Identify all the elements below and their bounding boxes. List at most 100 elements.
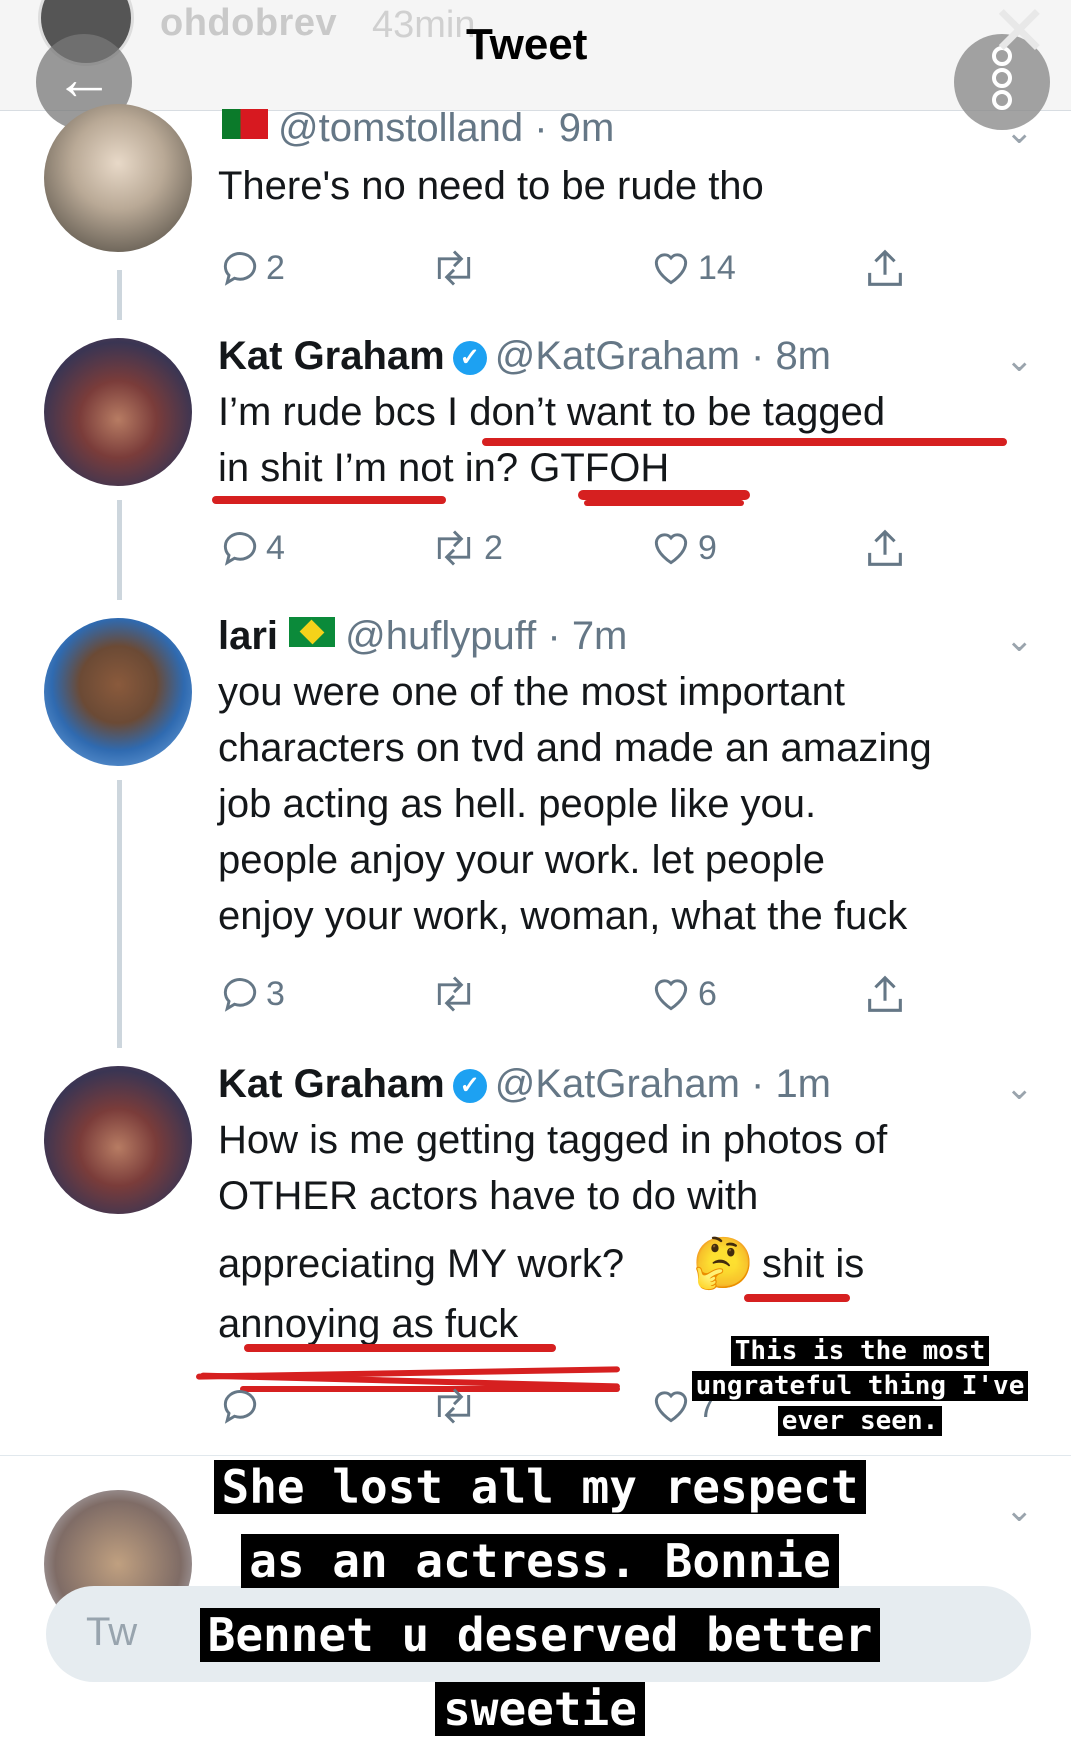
page-title: Tweet xyxy=(466,20,588,69)
caption-line: sweetie xyxy=(435,1682,645,1736)
tweet-actions: 4 2 9 xyxy=(218,526,918,576)
brazil-flag-icon xyxy=(289,617,336,647)
retweet-icon xyxy=(437,530,471,566)
tweet-time: 8m xyxy=(775,334,832,378)
tweet-handle[interactable]: @KatGraham xyxy=(495,1062,740,1106)
tweet-text-line: job acting as hell. people like you. xyxy=(218,782,817,826)
tweet-text-line: enjoy your work, woman, what the fuck xyxy=(218,894,908,938)
red-marker-scribble xyxy=(244,1344,556,1352)
tweet-author[interactable]: Kat Graham xyxy=(218,334,445,378)
close-icon[interactable]: ✕ xyxy=(990,0,1049,72)
avatar[interactable] xyxy=(44,1066,192,1214)
tweet-text-line: in shit I’m not in? GTFOH xyxy=(218,446,670,490)
reply-icon xyxy=(223,1390,257,1424)
red-marker-underline xyxy=(482,438,1007,446)
share-icon xyxy=(868,249,902,286)
red-marker-underline xyxy=(584,500,744,506)
retweet-icon xyxy=(437,250,471,286)
reply-button[interactable]: 2 xyxy=(218,246,285,296)
retweet-icon xyxy=(437,1388,471,1424)
tweet-author[interactable]: Kat Graham xyxy=(218,1062,445,1106)
like-count: 6 xyxy=(698,974,717,1013)
reply-icon xyxy=(223,252,257,286)
retweet-count: 2 xyxy=(484,528,503,567)
like-count: 9 xyxy=(698,528,717,567)
tweet-text-line: I’m rude bcs I don’t want to be tagged xyxy=(218,390,886,434)
red-marker-underline xyxy=(212,496,446,504)
caption-line: She lost all my respect xyxy=(213,1460,867,1514)
tweet-text-line: you were one of the most important xyxy=(218,670,845,714)
reply-button[interactable]: 4 xyxy=(218,526,285,576)
story-username: ohdobrev xyxy=(160,2,338,44)
share-button[interactable] xyxy=(862,246,908,296)
portugal-flag-icon xyxy=(222,109,268,139)
tweet-text-line: people anjoy your work. let people xyxy=(218,838,826,882)
thread-line xyxy=(117,780,122,1048)
tweet-author[interactable]: lari xyxy=(218,614,278,658)
tweet-actions: 3 6 xyxy=(218,972,918,1022)
tweet-text-line: characters on tvd and made an amazing xyxy=(218,726,932,770)
tweet-text-line: shit is xyxy=(762,1242,865,1286)
tweet-meta: @tomstolland · 9m xyxy=(222,106,614,151)
like-count: 14 xyxy=(698,248,736,287)
tweet-actions: 2 14 xyxy=(218,246,918,296)
like-button[interactable]: 9 xyxy=(648,526,717,576)
tweet-meta: Kat Graham ✓ @KatGraham · 8m xyxy=(218,334,832,378)
tweet-time: 9m xyxy=(558,106,615,150)
chevron-down-icon[interactable]: ⌄ xyxy=(1005,112,1034,152)
tweet-text: There's no need to be rude tho xyxy=(218,164,764,208)
reply-button[interactable]: 3 xyxy=(218,972,285,1022)
thinking-face-emoji: 🤔 xyxy=(692,1235,755,1291)
chevron-down-icon[interactable]: ⌄ xyxy=(1005,340,1034,380)
retweet-button[interactable] xyxy=(428,972,480,1022)
reply-icon xyxy=(223,978,257,1012)
thread-line xyxy=(117,270,122,320)
retweet-button[interactable]: 2 xyxy=(428,526,503,576)
like-button[interactable]: 6 xyxy=(648,972,717,1022)
reply-button[interactable] xyxy=(218,1384,262,1434)
tweet-text-line: OTHER actors have to do with xyxy=(218,1174,759,1218)
retweet-icon xyxy=(437,976,471,1012)
reply-icon xyxy=(223,532,257,566)
avatar[interactable] xyxy=(44,104,192,252)
tweet-handle[interactable]: @tomstolland xyxy=(278,106,523,150)
tweet-meta: lari @huflypuff · 7m xyxy=(218,614,628,658)
retweet-button[interactable] xyxy=(428,1384,480,1434)
verified-badge-icon: ✓ xyxy=(452,1069,487,1103)
heart-icon xyxy=(654,253,688,285)
heart-icon xyxy=(654,979,688,1011)
red-marker-underline xyxy=(744,1294,850,1302)
chevron-down-icon[interactable]: ⌄ xyxy=(1005,620,1034,660)
retweet-button[interactable] xyxy=(428,246,480,296)
reply-count: 2 xyxy=(266,248,285,287)
divider xyxy=(0,1455,1071,1456)
share-button[interactable] xyxy=(862,526,908,576)
tweet-meta: Kat Graham ✓ @KatGraham · 1m xyxy=(218,1062,832,1106)
caption-line: ungrateful thing I've xyxy=(691,1371,1029,1401)
share-button[interactable] xyxy=(862,972,908,1022)
reply-count: 3 xyxy=(266,974,285,1013)
avatar[interactable] xyxy=(44,618,192,766)
tweet-handle[interactable]: @KatGraham xyxy=(495,334,740,378)
thread-line xyxy=(117,500,122,600)
share-icon xyxy=(868,529,902,566)
reply-count: 4 xyxy=(266,528,285,567)
tweet-text-line: appreciating MY work? xyxy=(218,1242,625,1286)
caption-line: as an actress. Bonnie xyxy=(241,1534,839,1588)
avatar[interactable] xyxy=(44,338,192,486)
arrow-left-icon: ← xyxy=(54,45,114,112)
share-icon xyxy=(868,975,902,1012)
heart-icon xyxy=(654,533,688,565)
like-button[interactable]: 14 xyxy=(648,246,736,296)
caption-line: ever seen. xyxy=(777,1406,943,1436)
tweet-text-line: How is me getting tagged in photos of xyxy=(218,1118,888,1162)
caption-line: This is the most xyxy=(730,1336,990,1366)
red-marker-underline xyxy=(578,490,750,500)
tweet-handle[interactable]: @huflypuff xyxy=(345,614,536,658)
tweet-time: 7m xyxy=(571,614,628,658)
more-dots-icon xyxy=(992,90,1012,110)
story-time: 43min xyxy=(372,4,476,46)
verified-badge-icon: ✓ xyxy=(452,341,487,375)
story-caption-small: This is the most ungrateful thing I've e… xyxy=(670,1336,1050,1441)
chevron-down-icon[interactable]: ⌄ xyxy=(1005,1068,1034,1108)
